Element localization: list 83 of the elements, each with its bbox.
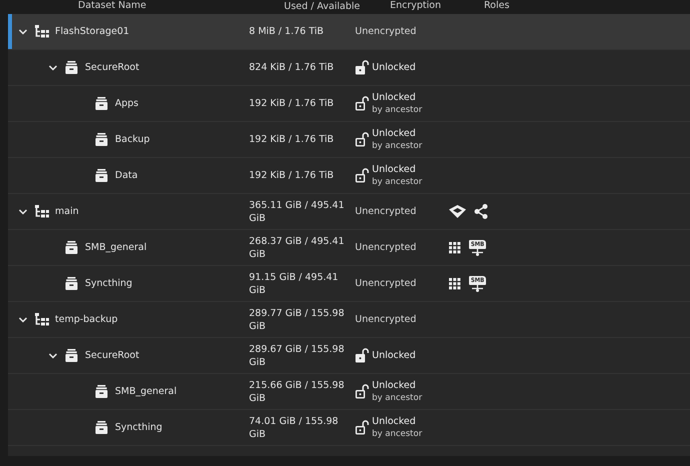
archive-box-icon [65, 277, 78, 290]
dataset-row[interactable]: main 365.11 GiB / 495.41 GiB Unencrypted [8, 194, 690, 230]
unlocked-padlock-outline-icon [355, 168, 369, 183]
dataset-row[interactable]: Syncthing 74.01 GiB / 155.98 GiB Unlocked by ancestor [8, 410, 690, 446]
unlocked-padlock-icon [355, 60, 369, 75]
column-header[interactable]: Encryption [390, 0, 442, 11]
encryption-status: Unencrypted [355, 278, 416, 290]
archive-box-icon [95, 385, 108, 398]
dataset-name: Apps [115, 98, 139, 109]
usage-text: 192 KiB / 1.76 TiB [249, 134, 334, 145]
dataset-row[interactable]: SecureRoot 824 KiB / 1.76 TiB Unlocked [8, 50, 690, 86]
dataset-name: temp-backup [55, 314, 118, 325]
encryption-status: Unlocked [372, 128, 417, 140]
usage-text: 365.11 GiB / 495.41 GiB [249, 200, 344, 224]
column-header[interactable]: Used / Available [284, 1, 360, 12]
unlocked-padlock-outline-icon [355, 420, 369, 435]
encryption-note: by ancestor [372, 104, 422, 116]
encryption-status: Unlocked [372, 164, 417, 176]
chevron-icon[interactable] [48, 350, 58, 360]
dataset-name: Syncthing [85, 278, 132, 289]
encryption-status: Unlocked [372, 350, 416, 362]
dataset-row[interactable]: Backup 192 KiB / 1.76 TiB Unlocked by ancestor [8, 122, 690, 158]
usage-text: 289.67 GiB / 155.98 GiB [249, 344, 344, 368]
encryption-status: Unlocked [372, 62, 416, 74]
dataset-name: SecureRoot [85, 62, 140, 73]
archive-box-icon [65, 61, 78, 74]
share-icon[interactable] [474, 204, 488, 219]
unlocked-padlock-icon [355, 348, 369, 363]
dataset-row[interactable]: Data 192 KiB / 1.76 TiB Unlocked by ancestor [8, 158, 690, 194]
dataset-name: FlashStorage01 [55, 26, 130, 37]
tree-structure-icon [35, 313, 49, 326]
archive-box-icon [95, 421, 108, 434]
dataset-row[interactable]: temp-backup 289.77 GiB / 155.98 GiB Unencrypted [8, 302, 690, 338]
encryption-status: Unencrypted [355, 314, 416, 326]
column-header[interactable]: Dataset Name [78, 0, 146, 11]
archive-box-icon [95, 169, 108, 182]
dataset-row[interactable]: SMB_general 215.66 GiB / 155.98 GiB Unlocked by ancestor [8, 374, 690, 410]
grid-icon[interactable] [449, 278, 461, 290]
archive-box-icon [65, 241, 78, 254]
chevron-icon[interactable] [18, 206, 28, 216]
encryption-status: Unlocked [372, 92, 417, 104]
usage-text: 289.77 GiB / 155.98 GiB [249, 308, 344, 332]
dataset-name: Backup [115, 134, 150, 145]
encryption-note: by ancestor [372, 428, 422, 440]
usage-text: 91.15 GiB / 495.41 GiB [249, 272, 338, 296]
usage-text: 215.66 GiB / 155.98 GiB [249, 380, 344, 404]
encryption-status: Unencrypted [355, 26, 416, 38]
usage-text: 192 KiB / 1.76 TiB [249, 170, 334, 181]
dataset-name: SMB_general [85, 242, 147, 253]
encryption-status: Unencrypted [355, 242, 416, 254]
encryption-status: Unlocked [372, 416, 417, 428]
tree-structure-icon [35, 25, 49, 38]
dataset-row[interactable]: FlashStorage01 8 MiB / 1.76 TiB Unencrypted [8, 14, 690, 50]
encryption-note: by ancestor [372, 176, 422, 188]
usage-text: 268.37 GiB / 495.41 GiB [249, 236, 344, 260]
archive-box-icon [95, 133, 108, 146]
usage-text: 192 KiB / 1.76 TiB [249, 98, 334, 109]
dataset-row[interactable]: SecureRoot 289.67 GiB / 155.98 GiB Unlocked [8, 338, 690, 374]
encryption-status: Unencrypted [355, 206, 416, 218]
dataset-row[interactable]: Apps 192 KiB / 1.76 TiB Unlocked by ancestor [8, 86, 690, 122]
column-header[interactable]: Roles [484, 0, 510, 11]
dataset-name: Syncthing [115, 422, 162, 433]
usage-text: 824 KiB / 1.76 TiB [249, 62, 334, 73]
tree-structure-icon [35, 205, 49, 218]
encryption-note: by ancestor [372, 140, 422, 152]
grid-icon[interactable] [449, 242, 461, 254]
chevron-icon[interactable] [48, 62, 58, 72]
archive-box-icon [95, 97, 108, 110]
dataset-name: SecureRoot [85, 350, 140, 361]
usage-text: 74.01 GiB / 155.98 GiB [249, 416, 338, 440]
dataset-name: main [55, 206, 79, 217]
encryption-status: Unlocked [372, 380, 417, 392]
selection-indicator [8, 14, 12, 49]
dataset-name: Data [115, 170, 138, 181]
encryption-note: by ancestor [372, 392, 422, 404]
unlocked-padlock-outline-icon [355, 96, 369, 111]
chevron-icon[interactable] [18, 26, 28, 36]
archive-box-icon [65, 349, 78, 362]
dataset-name: SMB_general [115, 386, 177, 397]
usage-text: 8 MiB / 1.76 TiB [249, 26, 324, 37]
chevron-icon[interactable] [18, 314, 28, 324]
unlocked-padlock-outline-icon [355, 132, 369, 147]
unlocked-padlock-outline-icon [355, 384, 369, 399]
